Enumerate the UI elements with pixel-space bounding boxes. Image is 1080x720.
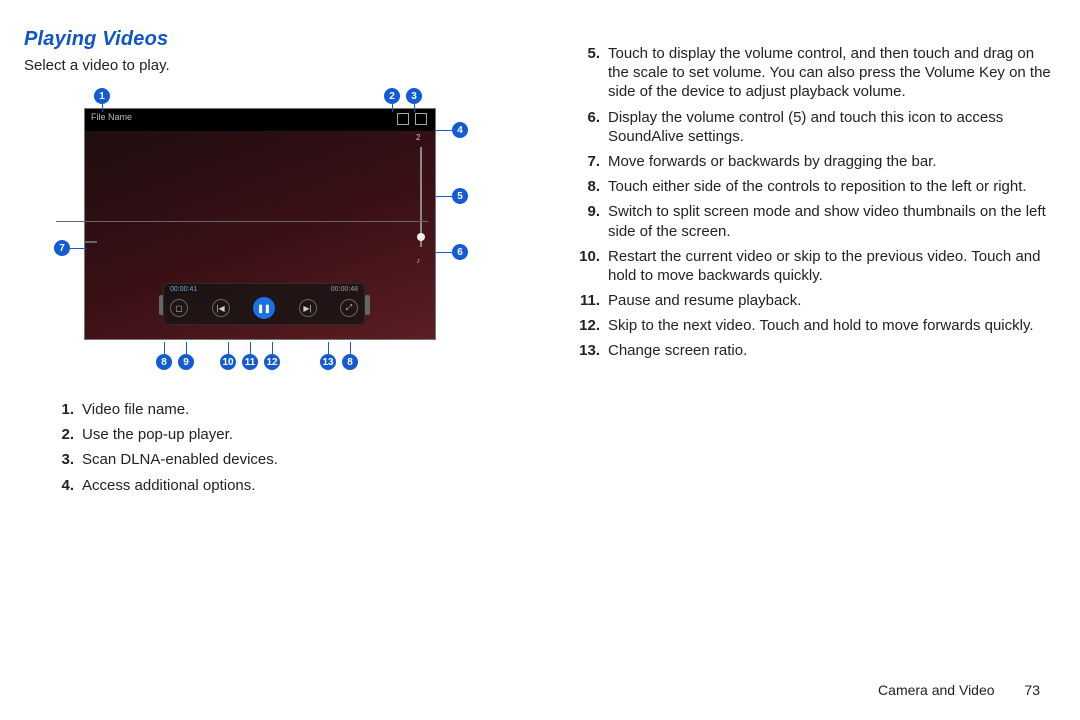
callout-4: 4	[452, 122, 468, 138]
total-time: 00:00:48	[331, 286, 358, 293]
callout-8b: 8	[342, 354, 358, 370]
volume-bar: 2 ♪	[415, 133, 427, 265]
video-file-name: File Name	[91, 112, 132, 122]
list-item: Skip to the next video. Touch and hold t…	[596, 316, 1056, 335]
screen-ratio-icon: ▢	[170, 299, 188, 317]
video-player-screenshot: File Name 2 ♪ 00:00:41	[84, 108, 436, 340]
playback-controls: 00:00:41 00:00:48 ▢ |◀ ❚❚ ▶| ⤢	[163, 283, 365, 325]
list-item: Pause and resume playback.	[596, 291, 1056, 310]
list-item: Switch to split screen mode and show vid…	[596, 202, 1056, 240]
split-screen-handle	[85, 241, 97, 243]
callout-5: 5	[452, 188, 468, 204]
callout-11: 11	[242, 354, 258, 370]
list-item: Video file name.	[76, 400, 544, 419]
intro-text: Select a video to play.	[24, 57, 544, 74]
list-item: Access additional options.	[76, 476, 544, 495]
previous-icon: |◀	[212, 299, 230, 317]
callout-9: 9	[178, 354, 194, 370]
list-item: Use the pop-up player.	[76, 425, 544, 444]
callout-2: 2	[384, 88, 400, 104]
callout-list-right: Touch to display the volume control, and…	[560, 44, 1056, 361]
popup-player-icon	[397, 113, 409, 125]
figure: File Name 2 ♪ 00:00:41	[44, 88, 474, 388]
volume-value: 2	[416, 133, 420, 142]
list-item: Restart the current video or skip to the…	[596, 247, 1056, 285]
dlna-scan-icon	[415, 113, 427, 125]
callout-10: 10	[220, 354, 236, 370]
list-item: Touch either side of the controls to rep…	[596, 177, 1056, 196]
ratio-icon: ⤢	[340, 299, 358, 317]
callout-8a: 8	[156, 354, 172, 370]
list-item: Change screen ratio.	[596, 341, 1056, 360]
footer-section: Camera and Video	[878, 682, 994, 698]
list-item: Scan DLNA-enabled devices.	[76, 450, 544, 469]
list-item: Move forwards or backwards by dragging t…	[596, 152, 1056, 171]
soundalive-icon: ♪	[416, 256, 420, 265]
next-icon: ▶|	[299, 299, 317, 317]
list-item: Touch to display the volume control, and…	[596, 44, 1056, 102]
callout-12: 12	[264, 354, 280, 370]
list-item: Display the volume control (5) and touch…	[596, 108, 1056, 146]
footer-page-number: 73	[1024, 682, 1040, 698]
callout-list-left: Video file name. Use the pop-up player. …	[24, 400, 544, 495]
pause-icon: ❚❚	[253, 297, 275, 319]
elapsed-time: 00:00:41	[170, 286, 197, 293]
reposition-handle-right	[365, 295, 370, 315]
callout-13: 13	[320, 354, 336, 370]
page-footer: Camera and Video 73	[878, 682, 1040, 698]
callout-1: 1	[94, 88, 110, 104]
callout-7: 7	[54, 240, 70, 256]
callout-6: 6	[452, 244, 468, 260]
section-heading: Playing Videos	[24, 28, 544, 51]
callout-3: 3	[406, 88, 422, 104]
